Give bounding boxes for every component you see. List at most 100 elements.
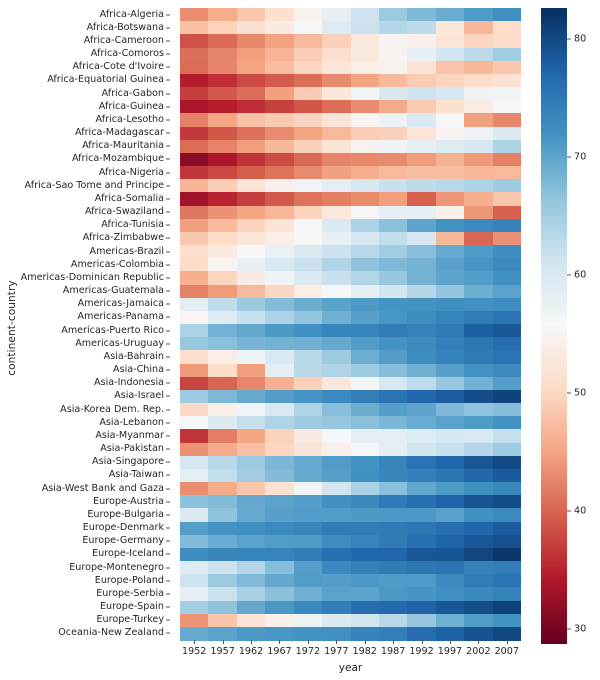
heatmap-cell[interactable]: [180, 613, 209, 628]
heatmap-cell[interactable]: [492, 429, 522, 444]
heatmap-cell[interactable]: [492, 47, 522, 62]
heatmap-cell[interactable]: [492, 337, 522, 351]
heatmap-cell[interactable]: [435, 60, 465, 75]
heatmap-cell[interactable]: [435, 205, 465, 220]
heatmap-cell[interactable]: [407, 139, 436, 154]
heatmap-cell[interactable]: [208, 468, 237, 483]
heatmap-cell[interactable]: [407, 126, 436, 141]
heatmap-cell[interactable]: [208, 245, 237, 259]
heatmap-cell[interactable]: [378, 324, 408, 338]
heatmap-cell[interactable]: [350, 113, 379, 128]
heatmap-cell[interactable]: [407, 337, 436, 351]
heatmap-cell[interactable]: [180, 337, 209, 351]
heatmap-cell[interactable]: [435, 376, 465, 391]
heatmap-cell[interactable]: [435, 231, 465, 246]
heatmap-cell[interactable]: [208, 547, 237, 562]
heatmap-cell[interactable]: [265, 403, 294, 417]
heatmap-cell[interactable]: [350, 73, 379, 88]
heatmap-cell[interactable]: [236, 600, 266, 615]
heatmap-cell[interactable]: [350, 416, 379, 430]
heatmap-cell[interactable]: [350, 21, 379, 35]
heatmap-cell[interactable]: [293, 166, 323, 180]
heatmap-cell[interactable]: [208, 574, 237, 588]
heatmap-cell[interactable]: [350, 297, 379, 312]
heatmap-cell[interactable]: [407, 166, 436, 180]
heatmap-cell[interactable]: [293, 192, 323, 207]
heatmap-cell[interactable]: [265, 21, 294, 35]
heatmap-cell[interactable]: [322, 297, 351, 312]
heatmap-cell[interactable]: [293, 87, 323, 101]
heatmap-cell[interactable]: [492, 403, 522, 417]
heatmap-cell[interactable]: [180, 297, 209, 312]
heatmap-cell[interactable]: [350, 87, 379, 101]
heatmap-cell[interactable]: [180, 429, 209, 444]
heatmap-cell[interactable]: [293, 60, 323, 75]
heatmap-cell[interactable]: [236, 21, 266, 35]
heatmap-cell[interactable]: [208, 271, 237, 286]
heatmap-cell[interactable]: [350, 47, 379, 62]
heatmap-cell[interactable]: [322, 126, 351, 141]
heatmap-row[interactable]: [180, 205, 522, 220]
heatmap-cell[interactable]: [350, 574, 379, 588]
heatmap-cell[interactable]: [435, 350, 465, 365]
heatmap-cell[interactable]: [208, 152, 237, 167]
heatmap-cell[interactable]: [492, 271, 522, 286]
heatmap-cell[interactable]: [407, 60, 436, 75]
heatmap-cell[interactable]: [464, 60, 493, 75]
heatmap-cell[interactable]: [378, 389, 408, 404]
heatmap-cell[interactable]: [265, 337, 294, 351]
heatmap-cell[interactable]: [293, 442, 323, 457]
heatmap-cell[interactable]: [236, 324, 266, 338]
heatmap-cell[interactable]: [180, 87, 209, 101]
heatmap-cell[interactable]: [180, 574, 209, 588]
heatmap-cell[interactable]: [407, 574, 436, 588]
heatmap-cell[interactable]: [350, 271, 379, 286]
heatmap-row[interactable]: [180, 166, 522, 180]
heatmap-cell[interactable]: [208, 337, 237, 351]
heatmap-cell[interactable]: [492, 126, 522, 141]
heatmap-cell[interactable]: [293, 429, 323, 444]
heatmap-cell[interactable]: [265, 455, 294, 470]
heatmap-cell[interactable]: [378, 284, 408, 299]
heatmap-cell[interactable]: [464, 508, 493, 523]
heatmap-cell[interactable]: [350, 363, 379, 378]
heatmap-cell[interactable]: [435, 495, 465, 509]
heatmap-cell[interactable]: [464, 284, 493, 299]
heatmap-cell[interactable]: [350, 231, 379, 246]
heatmap-cell[interactable]: [293, 245, 323, 259]
heatmap-cell[interactable]: [378, 350, 408, 365]
heatmap-cell[interactable]: [265, 192, 294, 207]
heatmap-cell[interactable]: [208, 166, 237, 180]
heatmap-cell[interactable]: [322, 324, 351, 338]
heatmap-cell[interactable]: [265, 310, 294, 325]
heatmap-cell[interactable]: [180, 350, 209, 365]
heatmap-cell[interactable]: [180, 547, 209, 562]
heatmap-cell[interactable]: [407, 297, 436, 312]
heatmap-cell[interactable]: [293, 350, 323, 365]
heatmap-cell[interactable]: [180, 271, 209, 286]
heatmap-cell[interactable]: [265, 60, 294, 75]
heatmap-cell[interactable]: [208, 126, 237, 141]
heatmap-cell[interactable]: [492, 192, 522, 207]
heatmap-cell[interactable]: [407, 284, 436, 299]
heatmap-row[interactable]: [180, 60, 522, 75]
heatmap-cell[interactable]: [180, 21, 209, 35]
heatmap-cell[interactable]: [407, 271, 436, 286]
heatmap-cell[interactable]: [265, 218, 294, 233]
heatmap-cell[interactable]: [407, 218, 436, 233]
heatmap-cell[interactable]: [293, 73, 323, 88]
heatmap-cell[interactable]: [322, 231, 351, 246]
heatmap-cell[interactable]: [350, 521, 379, 536]
heatmap-cell[interactable]: [492, 258, 522, 272]
heatmap-cell[interactable]: [236, 310, 266, 325]
heatmap-cell[interactable]: [265, 205, 294, 220]
heatmap-cell[interactable]: [435, 442, 465, 457]
heatmap-cell[interactable]: [350, 495, 379, 509]
heatmap-cell[interactable]: [236, 521, 266, 536]
heatmap-cell[interactable]: [464, 245, 493, 259]
heatmap-cell[interactable]: [350, 600, 379, 615]
heatmap-cell[interactable]: [208, 60, 237, 75]
heatmap-cell[interactable]: [492, 587, 522, 602]
heatmap-cell[interactable]: [435, 73, 465, 88]
heatmap-cell[interactable]: [492, 574, 522, 588]
